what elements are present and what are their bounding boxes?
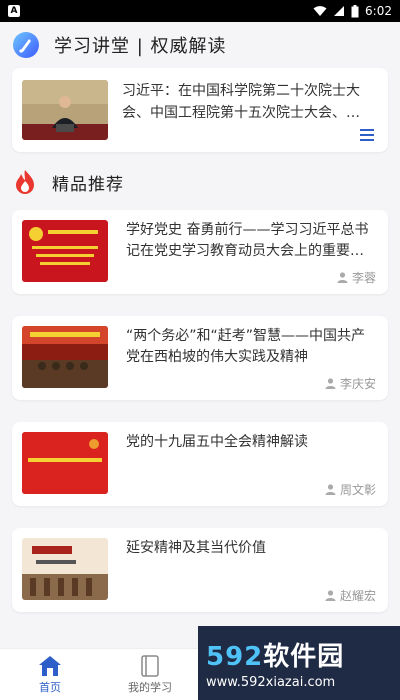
lecture-section-title: 学习讲堂 | 权威解读 <box>54 36 227 57</box>
item-thumbnail <box>22 432 108 494</box>
lecture-thumbnail <box>22 80 108 140</box>
item-thumbnail <box>22 538 108 600</box>
watermark: 592软件园 www.592xiazai.com <box>198 626 400 700</box>
item-author: 周文彰 <box>325 481 376 498</box>
status-time: 6:02 <box>365 4 392 18</box>
item-author-name: 李蓉 <box>351 271 376 285</box>
notification-icon: A <box>8 5 20 17</box>
recommend-item[interactable]: 延安精神及其当代价值 赵耀宏 <box>12 528 388 612</box>
recommend-item[interactable]: 学好党史 奋勇前行——学习习近平总书记在党史学习教育动员大会上的重要… 李蓉 <box>12 210 388 294</box>
tab-home[interactable]: 首页 <box>0 655 100 695</box>
battery-icon <box>351 4 359 17</box>
person-icon <box>337 272 348 283</box>
item-author: 李蓉 <box>337 269 376 286</box>
person-icon <box>325 484 336 495</box>
lecture-section-header: 学习讲堂 | 权威解读 <box>0 22 400 62</box>
flame-icon <box>16 170 34 194</box>
recommend-item[interactable]: 党的十九届五中全会精神解读 周文彰 <box>12 422 388 506</box>
item-title: 学好党史 奋勇前行——学习习近平总书记在党史学习教育动员大会上的重要… <box>126 222 369 259</box>
recommend-list: 学好党史 奋勇前行——学习习近平总书记在党史学习教育动员大会上的重要… 李蓉 “… <box>0 210 400 612</box>
watermark-url: www.592xiazai.com <box>206 675 336 690</box>
lecture-card[interactable]: 习近平：在中国科学院第二十次院士大会、中国工程院第十五次院士大会、… <box>12 68 388 152</box>
item-title: “两个务必”和“赶考”智慧——中国共产党在西柏坡的伟大实践及精神 <box>126 328 366 365</box>
item-author: 赵耀宏 <box>325 587 376 604</box>
tab-my-study[interactable]: 我的学习 <box>100 654 200 695</box>
item-author-name: 周文彰 <box>339 483 376 497</box>
item-thumbnail <box>22 326 108 388</box>
recommend-section-title: 精品推荐 <box>52 174 124 195</box>
person-icon <box>325 590 336 601</box>
item-title: 延安精神及其当代价值 <box>126 540 266 556</box>
status-bar: A 6:02 <box>0 0 400 22</box>
lecture-logo-icon <box>13 32 39 58</box>
list-lines-icon[interactable] <box>360 128 374 142</box>
watermark-text: 软件园 <box>263 642 345 672</box>
person-icon <box>325 378 336 389</box>
item-author: 李庆安 <box>325 375 376 392</box>
watermark-num: 592 <box>206 642 264 672</box>
watermark-brand: 592软件园 <box>206 636 400 673</box>
tab-my-study-label: 我的学习 <box>128 680 172 694</box>
lecture-card-text: 习近平：在中国科学院第二十次院士大会、中国工程院第十五次院士大会、… <box>122 83 360 121</box>
item-author-name: 赵耀宏 <box>339 589 376 603</box>
book-icon <box>141 654 159 677</box>
item-title: 党的十九届五中全会精神解读 <box>126 434 308 450</box>
item-author-name: 李庆安 <box>339 377 376 391</box>
recommend-item[interactable]: “两个务必”和“赶考”智慧——中国共产党在西柏坡的伟大实践及精神 李庆安 <box>12 316 388 400</box>
item-thumbnail <box>22 220 108 282</box>
home-icon <box>39 655 61 676</box>
signal-icon <box>334 6 345 16</box>
tab-home-label: 首页 <box>39 680 61 694</box>
wifi-icon <box>313 6 327 16</box>
recommend-section-header: 精品推荐 <box>0 154 400 210</box>
